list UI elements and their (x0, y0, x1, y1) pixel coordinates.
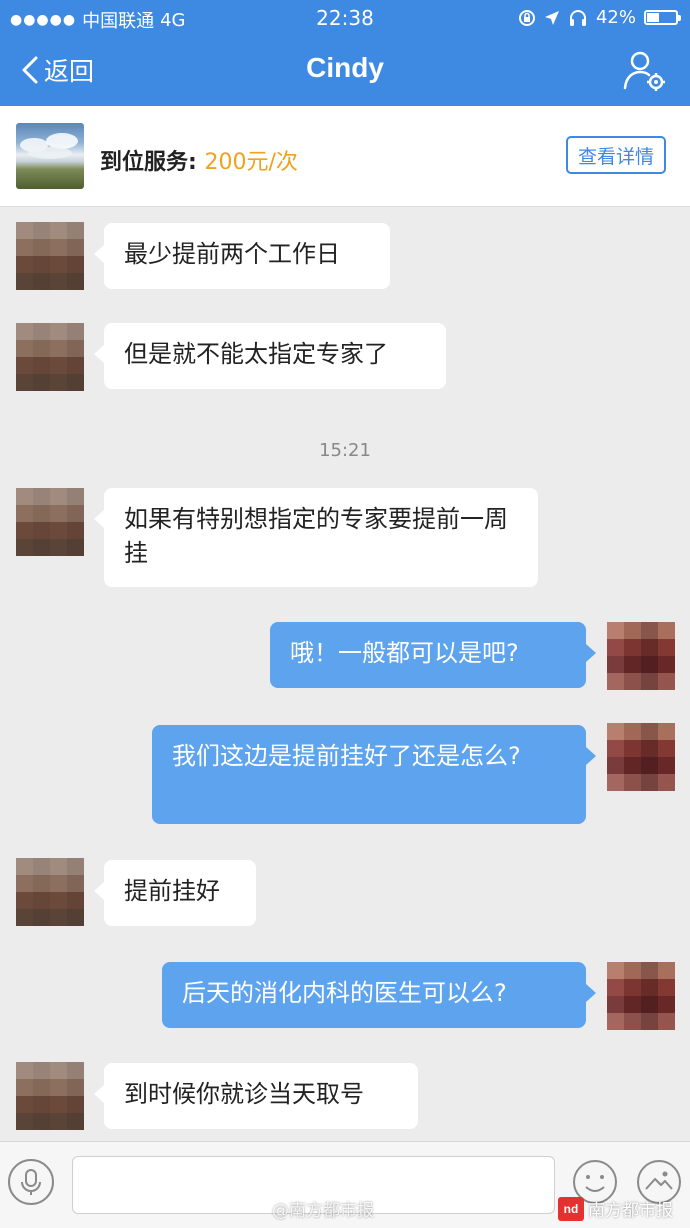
incoming-message: 提前挂好 (94, 860, 256, 926)
service-label: 到位服务: 200元/次 (100, 144, 298, 176)
contact-avatar[interactable] (16, 1062, 84, 1130)
contact-avatar[interactable] (16, 222, 84, 290)
service-banner: 到位服务: 200元/次 查看详情 (0, 106, 690, 207)
voice-button[interactable] (8, 1159, 54, 1205)
contact-avatar[interactable] (16, 488, 84, 556)
incoming-message: 最少提前两个工作日 (94, 223, 390, 289)
microphone-icon (21, 1169, 41, 1195)
user-avatar[interactable] (607, 622, 675, 690)
outgoing-message: 后天的消化内科的医生可以么? (162, 962, 596, 1028)
user-avatar[interactable] (607, 723, 675, 791)
contact-avatar[interactable] (16, 858, 84, 926)
profile-settings-icon[interactable] (622, 50, 668, 92)
status-bar: ●●●●● 中国联通 4G 22:38 42% (0, 0, 690, 36)
contact-avatar[interactable] (16, 323, 84, 391)
brand-watermark: nd 南方都市报 (558, 1196, 673, 1221)
nd-logo: nd (558, 1196, 584, 1221)
page-title: Cindy (306, 52, 384, 83)
battery-percent: 42% (595, 7, 636, 28)
outgoing-message: 哦！一般都可以是吧? (270, 622, 596, 688)
status-right: 42% (518, 7, 681, 28)
brand-name: 南方都市报 (588, 1201, 673, 1221)
user-avatar[interactable] (607, 962, 675, 1030)
service-label-text: 到位服务: (100, 150, 205, 175)
incoming-message: 如果有特别想指定的专家要提前一周挂 (94, 488, 538, 587)
outgoing-message: 我们这边是提前挂好了还是怎么? (152, 725, 596, 824)
view-details-button[interactable]: 查看详情 (566, 136, 666, 174)
lock-rotation-icon (518, 9, 535, 26)
location-arrow-icon (544, 10, 559, 25)
chat-timestamp: 15:21 (319, 440, 371, 461)
headphones-icon (569, 9, 586, 26)
weibo-watermark: @南方都市报 (272, 1201, 374, 1221)
battery-fill (647, 13, 659, 22)
service-thumbnail (16, 123, 84, 189)
battery-icon (644, 10, 681, 25)
nav-bar: 返回 Cindy (0, 36, 690, 106)
incoming-message: 到时候你就诊当天取号 (94, 1063, 418, 1129)
incoming-message: 但是就不能太指定专家了 (94, 323, 446, 389)
service-price: 200元/次 (204, 150, 298, 175)
